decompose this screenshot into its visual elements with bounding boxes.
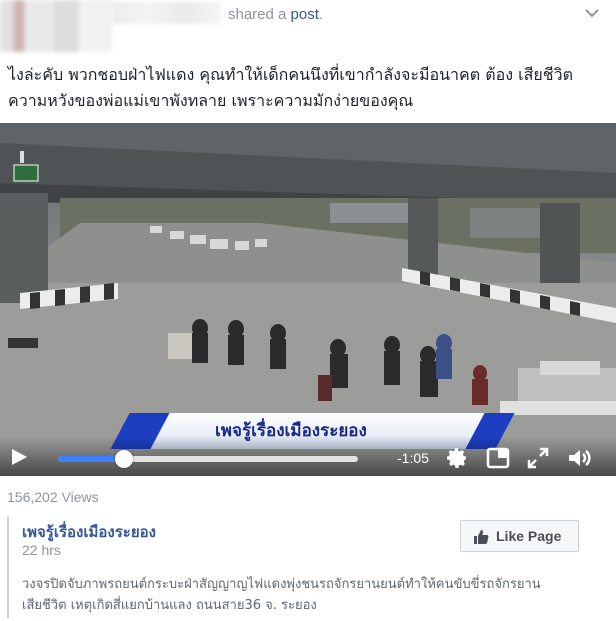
video-player[interactable]: เพจรู้เรื่องเมืองระยอง -1:05 xyxy=(0,123,616,476)
volume-icon[interactable] xyxy=(567,446,591,470)
shared-video-attachment: เพจรู้เรื่องเมืองระยอง 22 hrs Like Page … xyxy=(7,516,610,618)
time-remaining: -1:05 xyxy=(397,450,429,466)
description-line-2: เสียชีวิต เหตุเกิดสี่แยกบ้านแลง ถนนสาย36… xyxy=(22,598,317,613)
caption-line-2: ความหวังของพ่อแม่เขาพังทลาย เพราะความมัก… xyxy=(8,91,414,110)
gear-icon[interactable] xyxy=(445,446,469,470)
view-count: 156,202 Views xyxy=(7,489,99,505)
video-description: วงจรปิดจับภาพรถยนต์กระบะฝ่าสัญญาญไฟแดงพุ… xyxy=(22,574,607,616)
post-link[interactable]: post xyxy=(291,6,319,23)
blurred-avatar xyxy=(0,0,112,52)
caption-line-1: ไงล่ะคับ พวกชอบฝ่าไฟแดง คุณทำให้เด็กคนนึ… xyxy=(8,65,573,84)
post-header: shared a post. xyxy=(0,0,616,52)
progress-bar[interactable] xyxy=(58,450,358,468)
shared-period: . xyxy=(318,6,324,23)
picture-in-picture-icon[interactable] xyxy=(486,446,510,470)
thumbs-up-icon xyxy=(474,530,489,544)
shared-label: shared a xyxy=(228,6,291,23)
like-page-button[interactable]: Like Page xyxy=(460,520,579,552)
description-line-1: วงจรปิดจับภาพรถยนต์กระบะฝ่าสัญญาญไฟแดงพุ… xyxy=(22,577,541,592)
post-timestamp[interactable]: 22 hrs xyxy=(22,542,61,558)
shared-a-post-text: shared a post. xyxy=(228,6,323,23)
video-controls: -1:05 xyxy=(0,436,616,476)
like-page-label: Like Page xyxy=(496,528,562,544)
blurred-author-name xyxy=(112,2,222,24)
fullscreen-icon[interactable] xyxy=(526,446,550,470)
play-icon[interactable] xyxy=(10,448,28,466)
chevron-down-icon[interactable] xyxy=(585,8,599,18)
post-caption: ไงล่ะคับ พวกชอบฝ่าไฟแดง คุณทำให้เด็กคนนึ… xyxy=(8,62,608,114)
progress-scrubber[interactable] xyxy=(115,450,133,468)
page-name-link[interactable]: เพจรู้เรื่องเมืองระยอง xyxy=(22,520,156,544)
